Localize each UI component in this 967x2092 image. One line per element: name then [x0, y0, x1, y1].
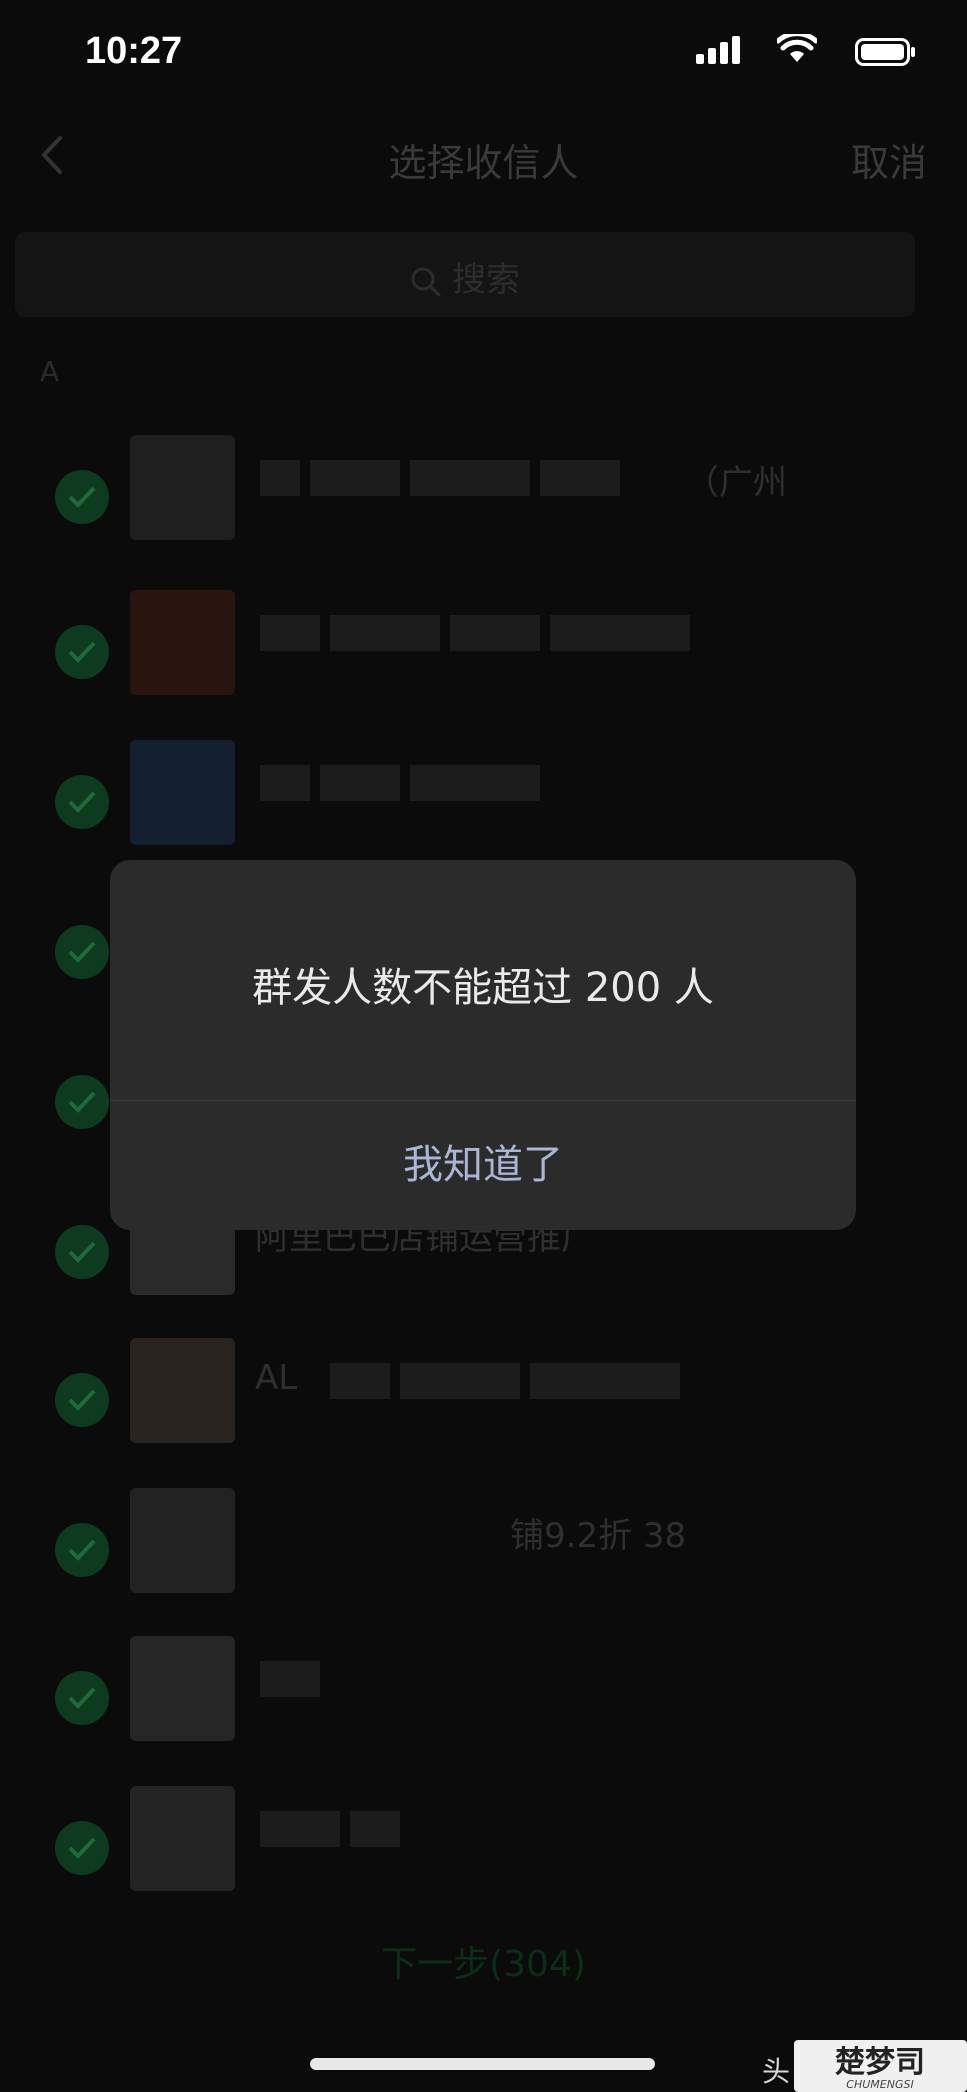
cancel-button[interactable]: 取消 — [851, 132, 927, 187]
avatar — [130, 435, 235, 540]
check-icon[interactable] — [55, 1075, 109, 1129]
dialog-message: 群发人数不能超过 200 人 — [252, 965, 714, 1011]
watermark: 头 楚梦司 CHUMENGSI — [762, 2040, 967, 2092]
battery-icon — [855, 38, 915, 66]
nav-bar: 选择收信人 取消 — [0, 110, 967, 200]
check-icon[interactable] — [55, 1821, 109, 1875]
watermark-logo-sub: CHUMENGSI — [846, 2078, 913, 2091]
check-icon[interactable] — [55, 925, 109, 979]
avatar — [130, 1488, 235, 1593]
avatar — [130, 590, 235, 695]
status-bar: 10:27 — [0, 0, 967, 110]
check-icon[interactable] — [55, 775, 109, 829]
check-icon[interactable] — [55, 1523, 109, 1577]
contact-name-blurred — [260, 1661, 330, 1701]
avatar — [130, 740, 235, 845]
watermark-logo-text: 楚梦司 — [835, 2045, 925, 2080]
avatar — [130, 1636, 235, 1741]
check-icon[interactable] — [55, 470, 109, 524]
search-placeholder: 搜索 — [15, 252, 915, 301]
page-title: 选择收信人 — [388, 141, 579, 185]
check-icon[interactable] — [55, 1373, 109, 1427]
contact-name-blurred — [260, 460, 630, 500]
contact-name: （广州 — [685, 463, 787, 503]
contact-name: 铺9.2折 38 — [510, 1516, 687, 1556]
search-input[interactable]: 搜索 — [15, 232, 915, 317]
contact-name-blurred — [260, 765, 550, 805]
avatar — [130, 1786, 235, 1891]
status-time: 10:27 — [85, 30, 183, 72]
watermark-toutiao-text: 头 — [762, 2055, 791, 2088]
list-item[interactable]: 铺9.2折 38 — [0, 1488, 967, 1638]
list-item[interactable] — [0, 1786, 967, 1936]
search-icon — [411, 267, 441, 296]
home-indicator[interactable] — [310, 2058, 655, 2070]
contact-name-blurred — [260, 1811, 410, 1851]
cellular-signal-icon — [696, 36, 740, 64]
list-item[interactable]: AL — [0, 1338, 967, 1488]
contact-name-blurred — [260, 615, 700, 655]
next-step-button[interactable]: 下一步(304) — [0, 1935, 967, 1987]
alert-dialog: 群发人数不能超过 200 人 我知道了 — [110, 860, 856, 1230]
wifi-icon — [777, 34, 817, 62]
list-item[interactable]: （广州 — [0, 435, 967, 585]
check-icon[interactable] — [55, 1671, 109, 1725]
dialog-ok-button[interactable]: 我知道了 — [110, 1100, 856, 1230]
contact-name: AL — [255, 1358, 298, 1398]
check-icon[interactable] — [55, 625, 109, 679]
watermark-logo-icon: 楚梦司 CHUMENGSI — [835, 2045, 925, 2091]
avatar — [130, 1338, 235, 1443]
search-placeholder-text: 搜索 — [452, 260, 520, 300]
list-item[interactable] — [0, 1636, 967, 1786]
watermark-logo: 楚梦司 CHUMENGSI — [794, 2040, 967, 2092]
contact-name-blurred — [330, 1363, 690, 1403]
list-item[interactable] — [0, 590, 967, 740]
section-index-letter: A — [40, 355, 60, 388]
check-icon[interactable] — [55, 1225, 109, 1279]
